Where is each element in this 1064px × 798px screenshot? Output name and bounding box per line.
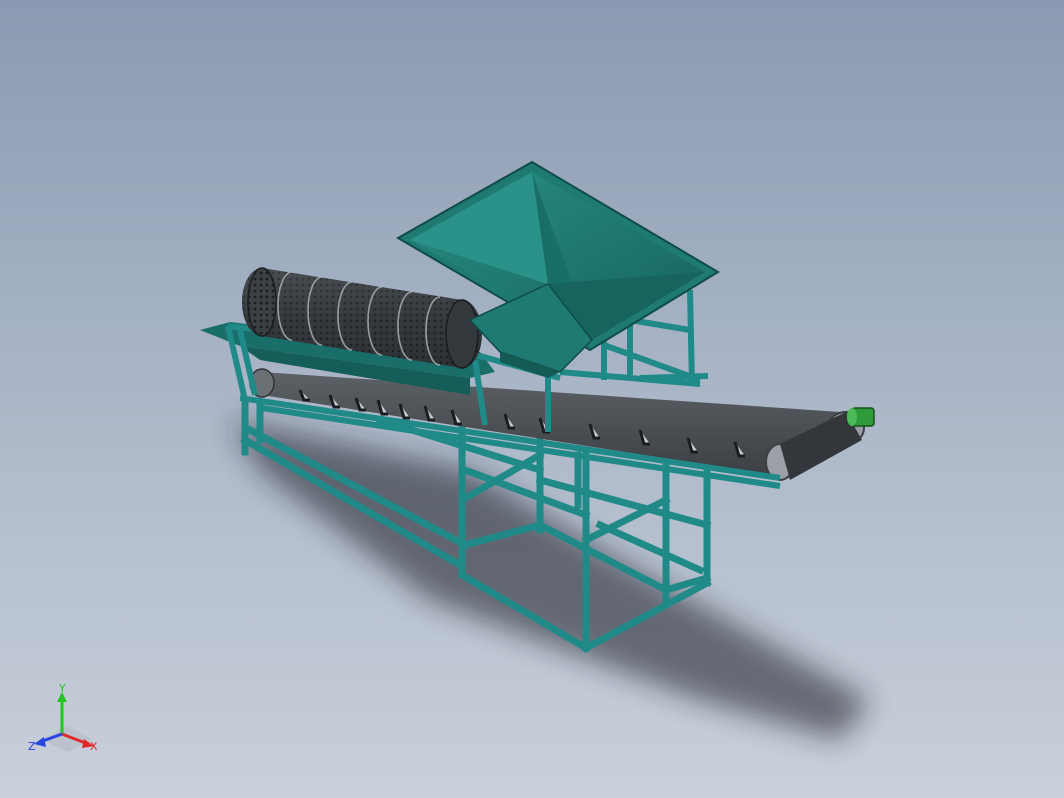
- graphics-viewport[interactable]: Y X Z: [0, 0, 1064, 798]
- z-axis-arrow-icon: [34, 737, 46, 747]
- z-axis-label: Z: [28, 740, 36, 753]
- y-axis-label: Y: [58, 684, 66, 695]
- orientation-triad[interactable]: Y X Z: [22, 684, 112, 764]
- trommel-screen-conveyor-model[interactable]: [0, 0, 1064, 798]
- x-axis-label: X: [90, 740, 98, 753]
- drive-motor: [847, 407, 875, 427]
